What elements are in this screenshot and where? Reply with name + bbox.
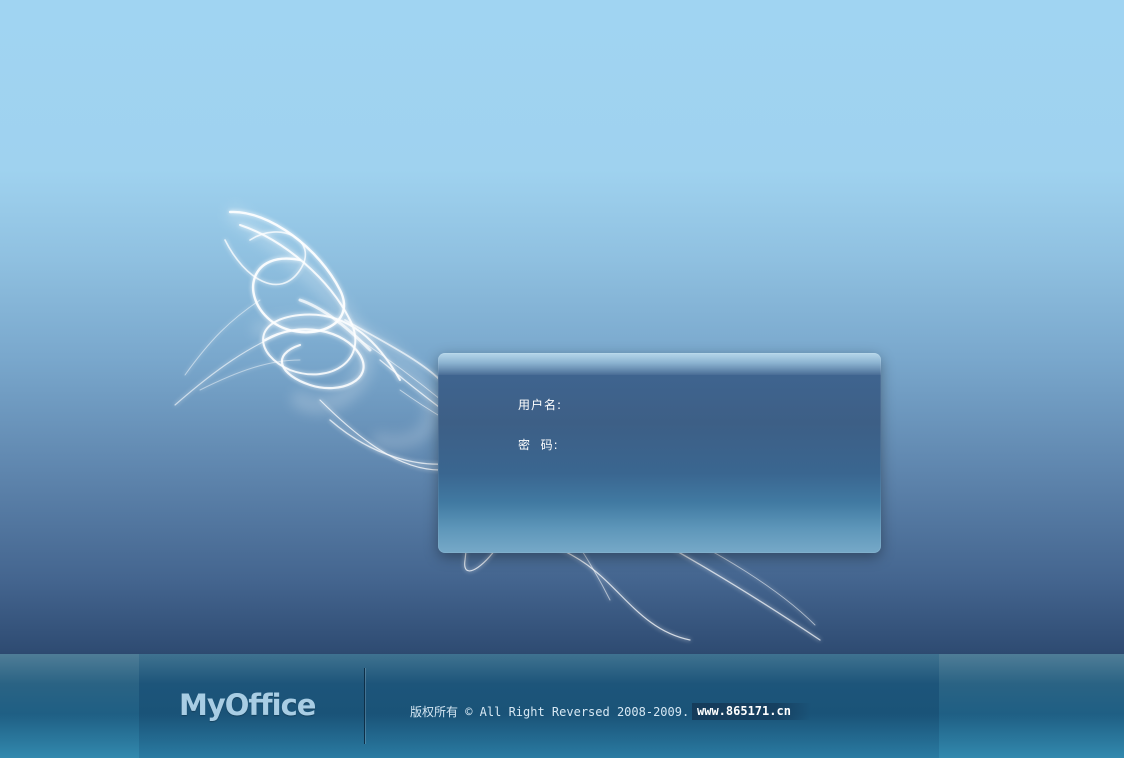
username-input[interactable] [568, 395, 722, 415]
password-label: 密 码: [518, 438, 559, 452]
footer-divider [364, 668, 365, 744]
panel-gloss [438, 353, 881, 375]
password-input[interactable] [568, 435, 722, 455]
copyright-text: 版权所有 © All Right Reversed 2008-2009. [410, 705, 690, 719]
footer-bar: MyOffice 版权所有 © All Right Reversed 2008-… [0, 654, 1124, 758]
myoffice-logo: MyOffice [179, 688, 316, 722]
login-panel: 用户名: 密 码: [438, 353, 881, 553]
footer-center: MyOffice 版权所有 © All Right Reversed 2008-… [139, 654, 939, 758]
site-url: www.865171.cn [692, 703, 811, 720]
username-label: 用户名: [518, 398, 563, 412]
